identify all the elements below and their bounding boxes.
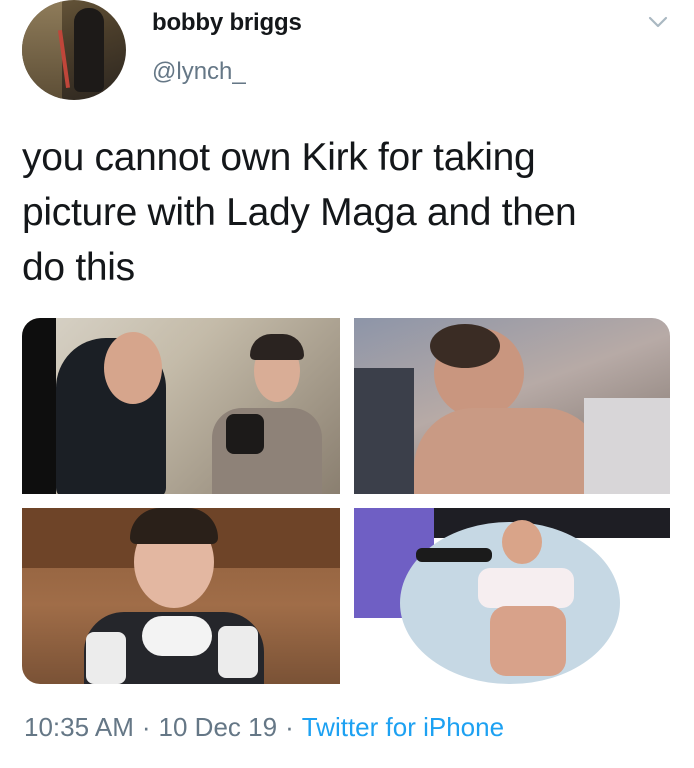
tweet-date[interactable]: 10 Dec 19 bbox=[159, 712, 278, 742]
media-grid bbox=[22, 318, 670, 684]
media-photo-3[interactable] bbox=[22, 508, 340, 684]
tweet-meta: 10:35 AM · 10 Dec 19 · Twitter for iPhone bbox=[24, 712, 504, 743]
user-handle[interactable]: @lynch_ bbox=[152, 58, 246, 86]
avatar-background bbox=[22, 0, 62, 100]
display-name[interactable]: bobby briggs bbox=[152, 9, 302, 37]
avatar[interactable] bbox=[22, 0, 126, 100]
tweet-text-line: do this bbox=[22, 246, 135, 289]
tweet-text-line: picture with Lady Maga and then bbox=[22, 191, 577, 234]
media-photo-4[interactable] bbox=[354, 508, 670, 684]
tweet-time[interactable]: 10:35 AM bbox=[24, 712, 134, 742]
source-link[interactable]: Twitter for iPhone bbox=[302, 712, 504, 742]
avatar-figure bbox=[74, 8, 104, 92]
meta-separator: · bbox=[285, 712, 294, 742]
tweet-text: you cannot own Kirk for taking picture w… bbox=[22, 130, 672, 295]
tweet-text-line: you cannot own Kirk for taking bbox=[22, 136, 536, 179]
chevron-down-icon[interactable] bbox=[646, 12, 670, 32]
media-photo-2[interactable] bbox=[354, 318, 670, 494]
meta-separator: · bbox=[141, 712, 151, 742]
media-photo-1[interactable] bbox=[22, 318, 340, 494]
